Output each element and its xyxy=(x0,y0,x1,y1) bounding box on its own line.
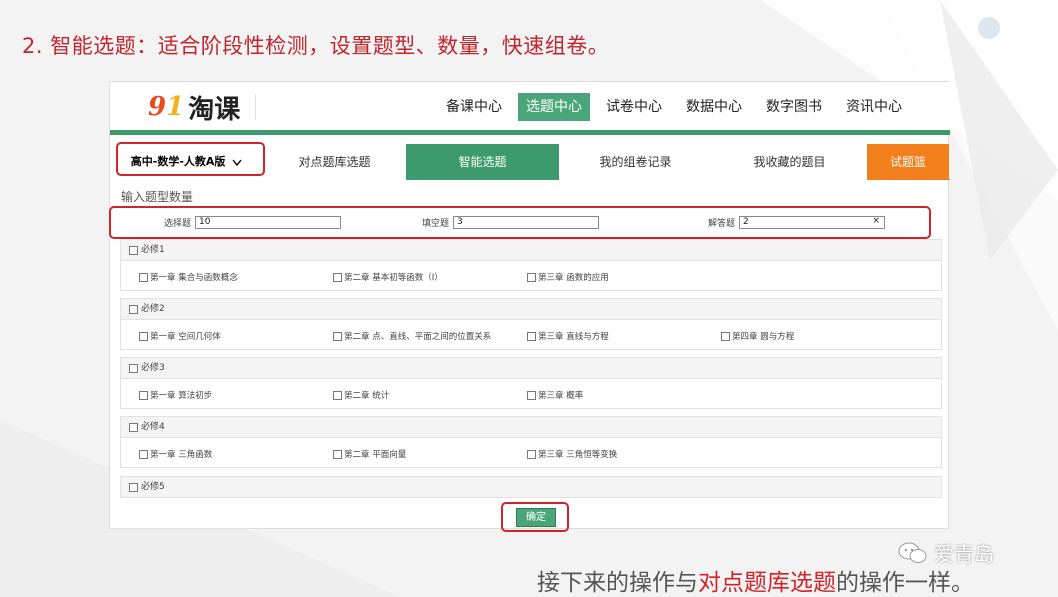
module-bixiu5: 必修5 xyxy=(120,476,942,498)
tab-question-basket[interactable]: 试题篮 xyxy=(867,144,949,180)
logo-divider xyxy=(255,94,256,120)
chapter-item[interactable]: 第三章 三角恒等变换 xyxy=(527,448,617,460)
chapter-item[interactable]: 第一章 集合与函数概念 xyxy=(139,271,238,283)
chapter-list: 第一章 三角函数 第二章 平面向量 第三章 三角恒等变换 xyxy=(120,438,942,468)
checkbox-icon[interactable] xyxy=(527,331,536,341)
checkbox-icon[interactable] xyxy=(333,272,342,282)
checkbox-icon[interactable] xyxy=(129,483,138,492)
module-header[interactable]: 必修4 xyxy=(120,416,942,438)
checkbox-icon[interactable] xyxy=(129,305,138,314)
module-header[interactable]: 必修5 xyxy=(120,476,942,498)
nav-news[interactable]: 资讯中心 xyxy=(838,93,910,121)
checkbox-icon[interactable] xyxy=(129,423,138,432)
checkbox-icon[interactable] xyxy=(527,272,536,282)
checkbox-icon[interactable] xyxy=(139,390,148,400)
checkbox-icon[interactable] xyxy=(139,449,148,459)
slide-caption: 接下来的操作与对点题库选题的操作一样。 xyxy=(537,570,974,596)
nav-question-select[interactable]: 选题中心 xyxy=(518,93,590,121)
main-nav: 备课中心 选题中心 试卷中心 数据中心 数字图书 资讯中心 xyxy=(438,93,910,121)
chapter-item[interactable]: 第一章 空间几何体 xyxy=(139,330,221,342)
wechat-icon xyxy=(898,542,927,563)
chapter-item[interactable]: 第二章 基本初等函数（Ⅰ） xyxy=(333,271,443,283)
module-bixiu3: 必修3 第一章 算法初步 第二章 统计 第三章 概率 xyxy=(120,357,942,409)
module-header[interactable]: 必修3 xyxy=(120,357,942,379)
highlight-confirm xyxy=(501,502,569,532)
chapter-item[interactable]: 第四章 圆与方程 xyxy=(721,330,794,342)
module-bixiu4: 必修4 第一章 三角函数 第二章 平面向量 第三章 三角恒等变换 xyxy=(120,416,942,468)
top-bar: 9 1 淘课 备课中心 选题中心 试卷中心 数据中心 数字图书 资讯中心 xyxy=(110,82,950,132)
module-bixiu2: 必修2 第一章 空间几何体 第二章 点、直线、平面之间的位置关系 第三章 直线与… xyxy=(120,298,942,350)
module-header[interactable]: 必修1 xyxy=(120,239,942,261)
highlight-subject xyxy=(116,142,265,176)
module-bixiu1: 必修1 第一章 集合与函数概念 第二章 基本初等函数（Ⅰ） 第三章 函数的应用 xyxy=(120,239,942,291)
checkbox-icon[interactable] xyxy=(333,390,342,400)
checkbox-icon[interactable] xyxy=(721,331,730,341)
chapter-item[interactable]: 第三章 概率 xyxy=(527,389,583,401)
section-title: 输入题型数量 xyxy=(121,190,194,204)
nav-lesson-prep[interactable]: 备课中心 xyxy=(438,93,510,121)
chapter-list: 第一章 算法初步 第二章 统计 第三章 概率 xyxy=(120,379,942,409)
checkbox-icon[interactable] xyxy=(333,449,342,459)
chapter-item[interactable]: 第三章 函数的应用 xyxy=(527,271,609,283)
highlight-counts xyxy=(109,206,931,239)
tab-point-bank[interactable]: 对点题库选题 xyxy=(263,144,406,180)
chapter-item[interactable]: 第二章 统计 xyxy=(333,389,389,401)
nav-papers[interactable]: 试卷中心 xyxy=(598,93,670,121)
tab-favorites[interactable]: 我收藏的题目 xyxy=(712,144,867,180)
app-screenshot: 9 1 淘课 备课中心 选题中心 试卷中心 数据中心 数字图书 资讯中心 高中-… xyxy=(109,81,950,532)
chapter-list: 第一章 集合与函数概念 第二章 基本初等函数（Ⅰ） 第三章 函数的应用 xyxy=(120,261,942,291)
nav-digital-books[interactable]: 数字图书 xyxy=(758,93,830,121)
chapter-item[interactable]: 第二章 点、直线、平面之间的位置关系 xyxy=(333,330,491,342)
checkbox-icon[interactable] xyxy=(129,246,138,255)
checkbox-icon[interactable] xyxy=(129,364,138,373)
checkbox-icon[interactable] xyxy=(527,390,536,400)
chapter-item[interactable]: 第三章 直线与方程 xyxy=(527,330,609,342)
chapter-item[interactable]: 第二章 平面向量 xyxy=(333,448,406,460)
module-header[interactable]: 必修2 xyxy=(120,298,942,320)
slide-title: 2. 智能选题：适合阶段性检测，设置题型、数量，快速组卷。 xyxy=(22,34,610,58)
chapter-item[interactable]: 第一章 三角函数 xyxy=(139,448,212,460)
site-logo[interactable]: 9 1 淘课 xyxy=(148,90,240,125)
checkbox-icon[interactable] xyxy=(333,331,342,341)
chapter-item[interactable]: 第一章 算法初步 xyxy=(139,389,212,401)
nav-data[interactable]: 数据中心 xyxy=(678,93,750,121)
header-divider xyxy=(110,130,950,135)
checkbox-icon[interactable] xyxy=(139,272,148,282)
checkbox-icon[interactable] xyxy=(139,331,148,341)
tab-my-records[interactable]: 我的组卷记录 xyxy=(559,144,712,180)
checkbox-icon[interactable] xyxy=(527,449,536,459)
tab-smart-select[interactable]: 智能选题 xyxy=(406,144,559,180)
chapter-list: 第一章 空间几何体 第二章 点、直线、平面之间的位置关系 第三章 直线与方程 第… xyxy=(120,320,942,350)
